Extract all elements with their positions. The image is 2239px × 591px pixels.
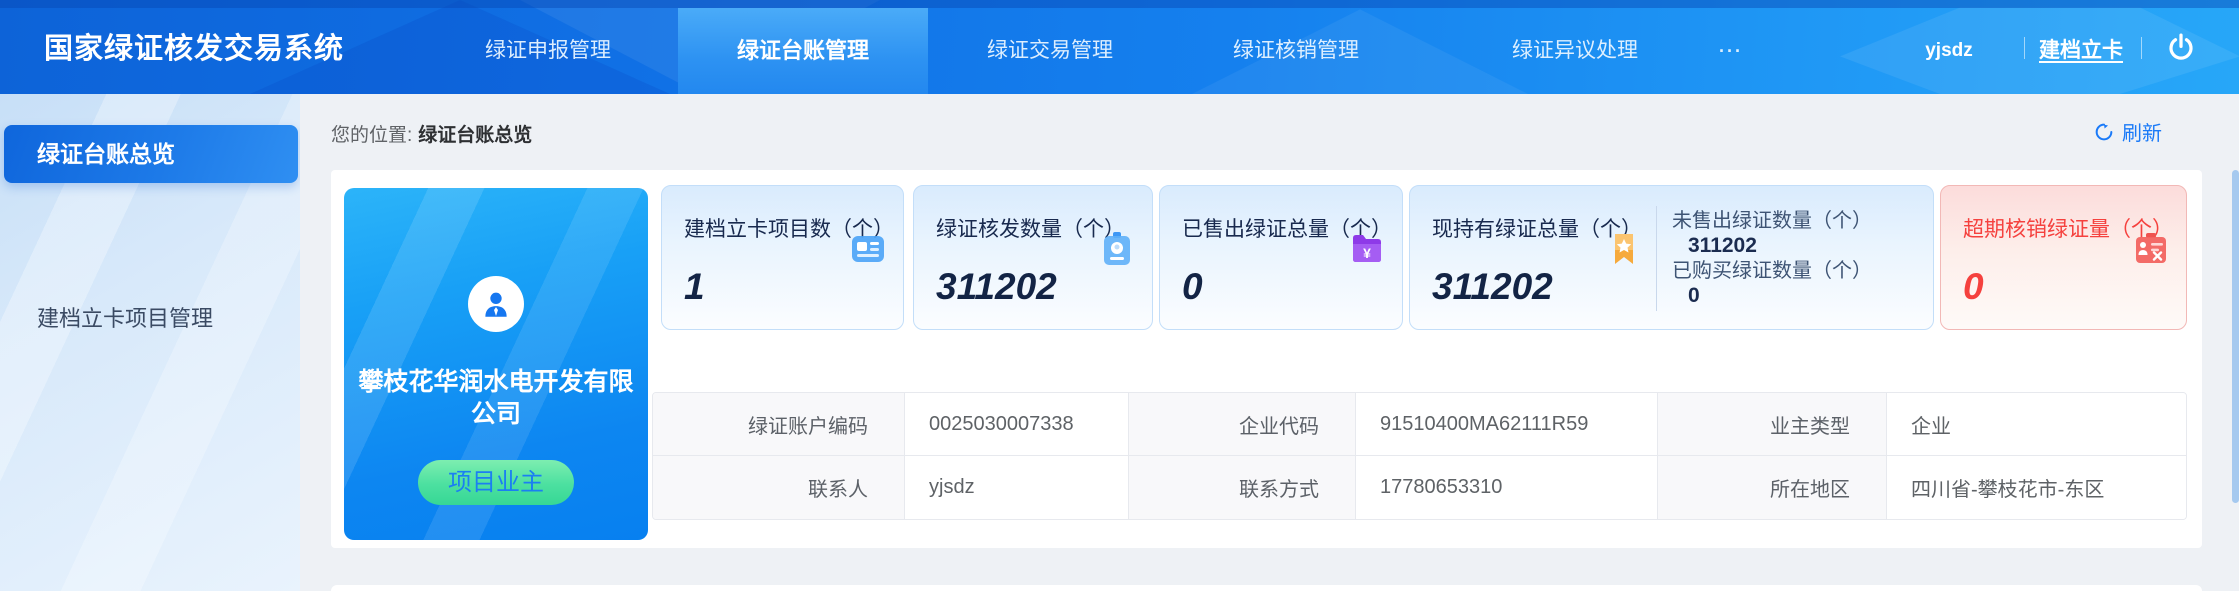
cert-sub-stats: 未售出绿证数量（个） 311202 已购买绿证数量（个） 0 [1672,208,1872,308]
nav-more-menu[interactable]: ··· [1691,8,1771,94]
refresh-label: 刷新 [2122,117,2162,146]
tab-green-cert-writeoff[interactable]: 绿证核销管理 [1206,8,1386,94]
stat-card-filing-projects: 建档立卡项目数（个） 1 [661,185,904,330]
stat-card-issued-certs: 绿证核发数量（个） 311202 [913,185,1153,330]
sub-stat-value: 0 [1672,284,1872,308]
main-content: 您的位置: 绿证台账总览 刷新 攀枝花华润水电开发有限公司 项目业主 [300,94,2239,591]
table-value: 四川省-攀枝花市-东区 [1887,456,2186,519]
top-navbar: 国家绿证核发交易系统 绿证申报管理 绿证台账管理 绿证交易管理 绿证核销管理 绿… [0,0,2239,94]
power-icon [2166,32,2196,62]
table-label: 企业代码 [1129,393,1356,456]
account-info-table: 绿证账户编码 0025030007338 企业代码 91510400MA6211… [652,392,2187,520]
stat-card-sold-certs: 已售出绿证总量（个） 0 ¥ [1159,185,1403,330]
next-panel-edge [331,585,2202,591]
folder-yen-icon: ¥ [1348,230,1386,268]
project-owner-tag[interactable]: 项目业主 [418,460,574,505]
table-value: 17780653310 [1356,456,1658,519]
username-label: yjsdz [1899,8,1999,94]
company-name: 攀枝花华润水电开发有限公司 [344,366,648,430]
person-icon [479,287,513,321]
breadcrumb-current: 绿证台账总览 [418,125,532,146]
certificate-icon [1098,230,1136,268]
tab-green-cert-dispute[interactable]: 绿证异议处理 [1485,8,1665,94]
table-label: 绿证账户编码 [653,393,905,456]
refresh-icon [2093,121,2115,143]
register-card-link[interactable]: 建档立卡 [2033,8,2129,94]
vertical-scrollbar-thumb[interactable] [2232,170,2239,503]
table-value: 0025030007338 [905,393,1129,456]
logout-button[interactable] [2166,32,2196,67]
svg-text:¥: ¥ [1363,245,1371,261]
stat-value: 311202 [936,266,1057,308]
company-profile-card: 攀枝花华润水电开发有限公司 项目业主 [344,188,648,540]
table-value: 企业 [1887,393,2186,456]
id-card-icon [849,230,887,268]
sub-stat-value: 311202 [1672,234,1872,258]
tab-green-cert-ledger[interactable]: 绿证台账管理 [678,8,928,94]
stat-card-held-certs: 现持有绿证总量（个） 311202 未售出绿证数量（个） 311202 已购买绿… [1409,185,1934,330]
tab-green-cert-trade[interactable]: 绿证交易管理 [960,8,1140,94]
table-label: 联系人 [653,456,905,519]
avatar [468,276,524,332]
sidebar-item-ledger-overview[interactable]: 绿证台账总览 [4,125,298,183]
table-label: 业主类型 [1658,393,1887,456]
stat-value: 0 [1963,266,1984,308]
breadcrumb: 您的位置: 绿证台账总览 [331,120,532,147]
card-x-icon [2132,230,2170,268]
table-label: 所在地区 [1658,456,1887,519]
table-value: 91510400MA62111R59 [1356,393,1658,456]
bookmark-star-icon [1605,230,1643,268]
breadcrumb-prefix: 您的位置: [331,125,412,146]
sidebar-item-filing-project-mgmt[interactable]: 建档立卡项目管理 [37,302,213,336]
sub-stat-label: 已购买绿证数量（个） [1672,258,1872,284]
app-title: 国家绿证核发交易系统 [44,0,344,94]
nav-divider [2024,37,2025,59]
sidebar: 绿证台账总览 建档立卡项目管理 [0,94,300,591]
nav-divider [2141,37,2142,59]
tab-green-cert-declare[interactable]: 绿证申报管理 [458,8,638,94]
refresh-button[interactable]: 刷新 [2093,117,2162,146]
stat-card-overdue-writeoff: 超期核销绿证量（个） 0 [1940,185,2187,330]
stat-label: 绿证核发数量（个） [936,213,1125,243]
stat-value: 311202 [1432,266,1553,308]
sub-stat-label: 未售出绿证数量（个） [1672,208,1872,234]
overview-panel: 攀枝花华润水电开发有限公司 项目业主 建档立卡项目数（个） 1 绿证核发数量（个… [331,170,2202,548]
stat-value: 1 [684,266,705,308]
table-label: 联系方式 [1129,456,1356,519]
card-inner-divider [1656,206,1657,311]
breadcrumb-row: 您的位置: 绿证台账总览 刷新 [331,94,2209,170]
stat-value: 0 [1182,266,1203,308]
table-value: yjsdz [905,456,1129,519]
